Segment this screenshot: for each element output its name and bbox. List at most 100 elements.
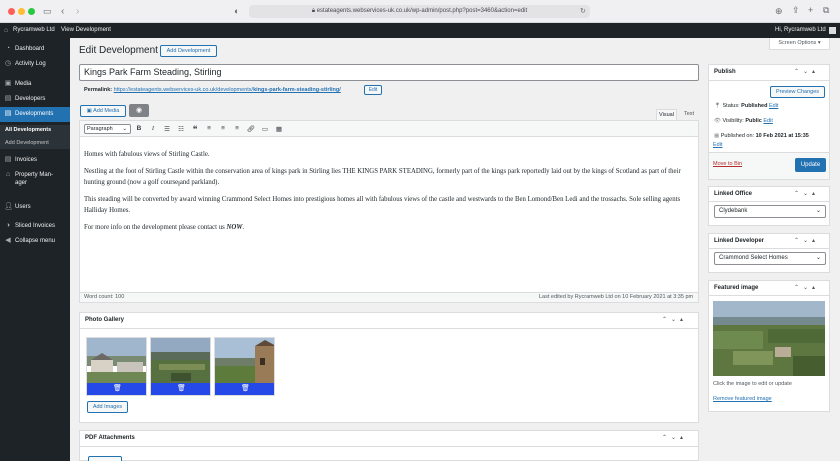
featured-image-title: Featured image <box>714 285 759 291</box>
add-pdf-button[interactable] <box>88 456 122 461</box>
status-edit-link[interactable]: Edit <box>769 103 778 109</box>
address-bar[interactable]: 🔒︎ estateagents.webservices-uk.co.uk/wp-… <box>249 5 590 18</box>
align-right-icon[interactable]: ≡ <box>232 125 242 132</box>
gallery-image[interactable]: 🗑︎ <box>150 337 211 396</box>
bullet-list-icon[interactable]: ☰ <box>162 125 172 133</box>
preview-changes-button[interactable]: Preview Changes <box>770 86 825 98</box>
new-tab-icon[interactable]: + <box>808 6 813 15</box>
eye-icon: 👁︎ <box>714 118 723 124</box>
sidebar-item-developments[interactable]: ▤ Developments <box>0 107 70 122</box>
move-to-bin-link[interactable]: Move to Bin <box>713 161 742 167</box>
link-icon[interactable]: 🔗︎ <box>246 125 256 133</box>
forward-icon[interactable]: › <box>76 7 79 17</box>
box-controls[interactable]: ⌃⌄▴ <box>794 190 819 197</box>
shield-icon[interactable]: ◐ <box>234 7 239 16</box>
admin-bar: ⌂ Rycramweb Ltd View Development Hi, Ryc… <box>0 23 840 38</box>
page-title: Edit Development <box>79 45 158 56</box>
submenu-add-development[interactable]: Add Development <box>5 140 49 146</box>
linked-office-select[interactable]: Clydebank ⌄ <box>714 205 826 218</box>
sidebar-item-invoices[interactable]: ▤ Invoices <box>0 156 70 166</box>
read-more-icon[interactable]: ▭ <box>260 125 270 133</box>
account-greeting[interactable]: Hi, Rycramweb Ltd <box>775 23 826 38</box>
divider <box>709 295 829 296</box>
avatar[interactable] <box>829 27 836 34</box>
align-center-icon[interactable]: ≡ <box>218 125 228 132</box>
sidebar-toggle-icon[interactable]: ▭ <box>43 7 52 16</box>
gallery-image[interactable]: 🗑︎ <box>214 337 275 396</box>
sidebar-item-dashboard[interactable]: ◔ Dashboard <box>0 45 70 55</box>
tab-overview-icon[interactable]: ⧉ <box>823 6 829 15</box>
delete-image-button[interactable]: 🗑︎ <box>151 383 210 395</box>
calendar-icon: ▦ <box>714 133 721 139</box>
sidebar-item-property-manager[interactable]: ⌂ Property Man- ager <box>0 171 70 189</box>
divider <box>709 80 829 81</box>
delete-image-button[interactable]: 🗑︎ <box>215 383 274 395</box>
sliced-icon: ◑ <box>5 222 11 229</box>
update-button[interactable]: Update <box>795 158 826 172</box>
published-edit-link[interactable]: Edit <box>713 142 722 148</box>
gallery-plugin-button[interactable]: ◉ <box>129 104 149 117</box>
post-title-input[interactable]: Kings Park Farm Steading, Stirling <box>79 64 699 81</box>
box-controls[interactable]: ⌃⌄▴ <box>662 434 687 441</box>
sidebar-item-users[interactable]: 👤︎ Users <box>0 203 70 213</box>
close-window-button[interactable] <box>8 8 15 15</box>
editor-paragraph: Nestling at the foot of Stirling Castle … <box>84 168 681 186</box>
url-text: estateagents.webservices-uk.co.uk/wp-adm… <box>316 8 528 14</box>
pdf-attachments-title: PDF Attachments <box>85 435 135 441</box>
browser-toolbar: ▭ ‹ › ◐ 🔒︎ estateagents.webservices-uk.c… <box>0 0 840 23</box>
sidebar-item-sliced-invoices[interactable]: ◑ Sliced Invoices <box>0 222 70 232</box>
italic-icon[interactable]: I <box>148 125 158 132</box>
chevron-down-icon: ⌄ <box>815 208 821 214</box>
align-left-icon[interactable]: ≡ <box>204 125 214 132</box>
delete-image-button[interactable]: 🗑︎ <box>87 383 146 395</box>
chevron-down-icon: ⌄ <box>122 126 127 132</box>
gallery-image[interactable]: 🗑︎ <box>86 337 147 396</box>
box-controls[interactable]: ⌃⌄▴ <box>662 316 687 323</box>
download-icon[interactable]: ⊕ <box>775 7 783 16</box>
featured-image[interactable] <box>713 301 825 376</box>
back-icon[interactable]: ‹ <box>61 7 64 17</box>
sidebar-item-collapse[interactable]: ◀ Collapse menu <box>0 237 70 247</box>
word-count: Word count: 100 <box>84 294 125 300</box>
developers-icon: ▤ <box>4 95 12 102</box>
remove-featured-image-link[interactable]: Remove featured image <box>713 396 772 402</box>
submenu-all-developments[interactable]: All Developments <box>5 127 51 133</box>
add-images-button[interactable]: Add Images <box>87 401 128 413</box>
format-select[interactable]: Paragraph ⌄ <box>84 124 131 134</box>
blockquote-icon[interactable]: ❝ <box>190 124 200 135</box>
toolbar-toggle-icon[interactable]: ▦ <box>274 125 284 133</box>
numbered-list-icon[interactable]: ☷ <box>176 125 186 133</box>
editor-paragraph: This steading will be converted by award… <box>84 196 681 214</box>
visibility-edit-link[interactable]: Edit <box>763 118 772 124</box>
users-icon: 👤︎ <box>4 203 13 210</box>
screen-options-button[interactable]: Screen Options ▾ <box>769 38 830 50</box>
box-controls[interactable]: ⌃⌄▴ <box>794 237 819 244</box>
view-development-link[interactable]: View Development <box>61 23 111 38</box>
tab-visual[interactable]: Visual <box>656 109 677 120</box>
permalink-edit-button[interactable]: Edit <box>364 85 382 95</box>
add-media-button[interactable]: ▣ Add Media <box>80 105 126 117</box>
linked-developer-select[interactable]: Crammond Select Homes ⌄ <box>714 252 826 265</box>
text-cursor-icon: I <box>178 181 180 188</box>
aerial-photo <box>713 301 825 376</box>
emphasis-text: NOW <box>226 224 243 231</box>
zoom-window-button[interactable] <box>28 8 35 15</box>
reload-icon[interactable]: ↻ <box>580 7 586 16</box>
editor-paragraph: For more info on the development please … <box>84 224 245 231</box>
add-development-button[interactable]: Add Development <box>160 45 217 57</box>
sidebar-item-activity-log[interactable]: ◷ Activity Log <box>0 60 70 70</box>
minimize-window-button[interactable] <box>18 8 25 15</box>
bold-icon[interactable]: B <box>134 125 144 132</box>
linked-developer-title: Linked Developer <box>714 238 765 244</box>
circle-icon: ◉ <box>135 107 143 114</box>
sidebar-item-developers[interactable]: ▤ Developers <box>0 95 70 105</box>
box-controls[interactable]: ⌃⌄▴ <box>794 68 819 75</box>
share-icon[interactable]: ⇪ <box>792 6 800 15</box>
permalink-url[interactable]: https://estateagents.webservices-uk.co.u… <box>114 87 341 93</box>
tab-text[interactable]: Text <box>679 109 699 120</box>
clock-icon: ◷ <box>4 60 12 67</box>
box-controls[interactable]: ⌃⌄▴ <box>794 284 819 291</box>
sidebar-item-media[interactable]: ▣ Media <box>0 80 70 90</box>
site-name-link[interactable]: Rycramweb Ltd <box>13 23 55 38</box>
pin-icon: 📍︎ <box>714 103 723 109</box>
